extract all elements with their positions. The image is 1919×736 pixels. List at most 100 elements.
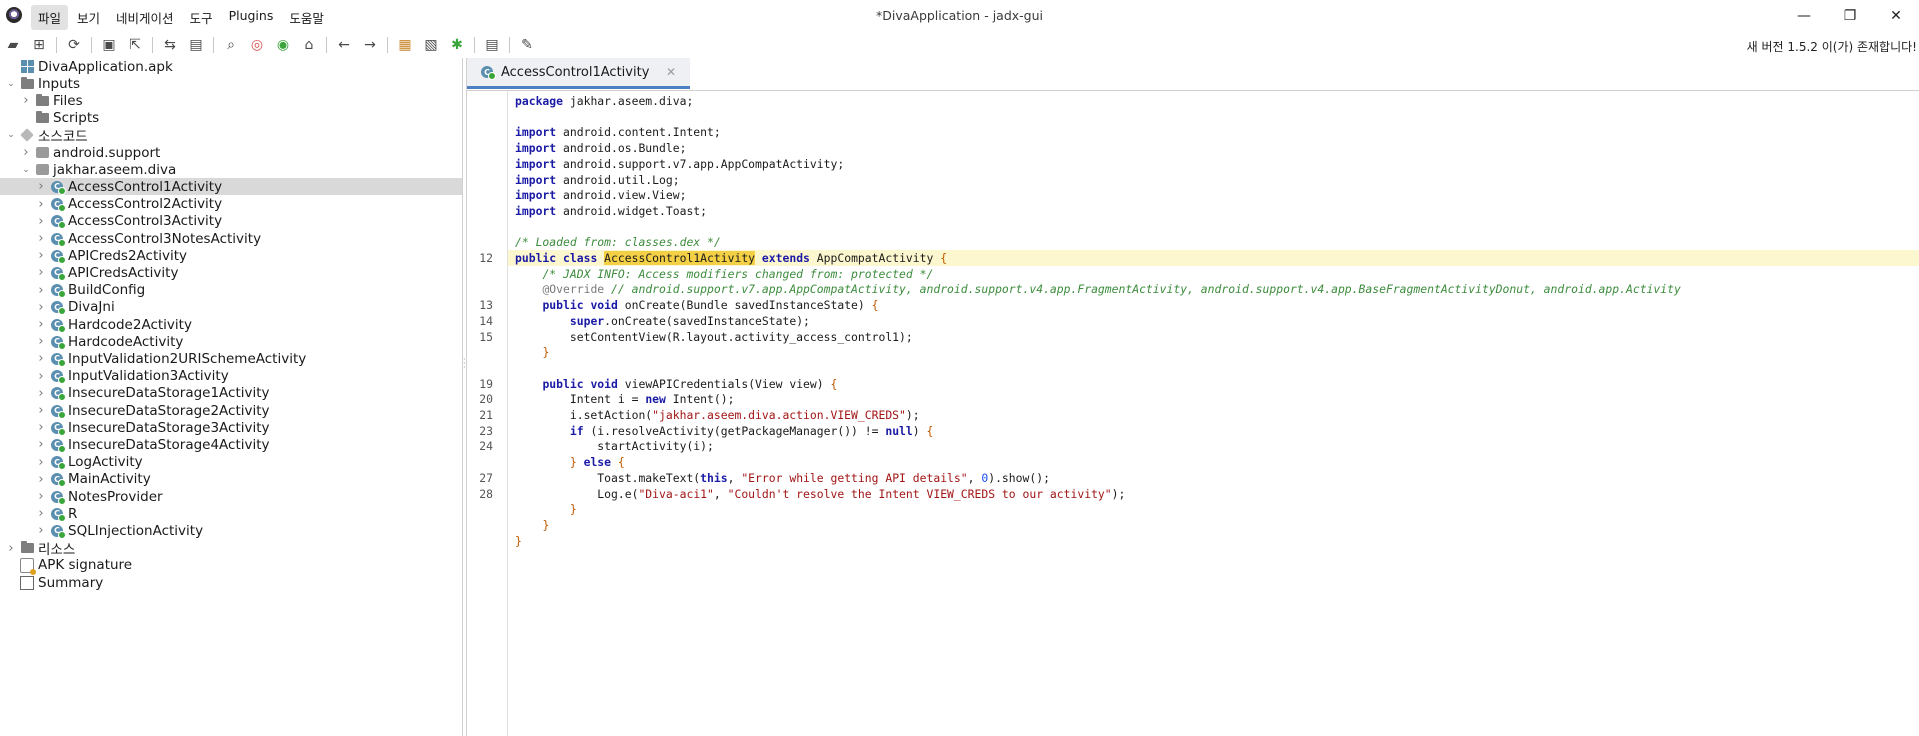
forward-button[interactable]: → — [357, 33, 383, 57]
chevron-right-icon[interactable]: › — [36, 231, 46, 246]
chevron-right-icon[interactable]: › — [36, 197, 46, 212]
tree-icon-wrap: C — [50, 335, 66, 350]
chevron-right-icon[interactable]: › — [36, 523, 46, 538]
code-line: } — [508, 501, 1919, 517]
back-button[interactable]: ← — [331, 33, 357, 57]
chevron-right-icon[interactable]: › — [36, 420, 46, 435]
chevron-right-icon[interactable]: › — [36, 248, 46, 263]
chevron-right-icon[interactable]: › — [36, 403, 46, 418]
tree-item[interactable]: › C InputValidation3Activity — [0, 368, 462, 385]
toolbar-separator — [326, 37, 327, 53]
tab-close-icon[interactable]: ✕ — [666, 65, 676, 79]
tree-item[interactable]: ⌄ jakhar.aseem.diva — [0, 161, 462, 178]
menu-item[interactable]: 네비게이션 — [109, 5, 181, 30]
tree-icon-wrap: C — [50, 283, 66, 299]
chevron-right-icon[interactable]: › — [36, 506, 46, 521]
code-editor[interactable]: package jakhar.aseem.diva; import android… — [508, 91, 1919, 736]
tree-item[interactable]: › C HardcodeActivity — [0, 333, 462, 350]
chevron-right-icon[interactable]: › — [36, 265, 46, 280]
chevron-right-icon[interactable]: › — [36, 317, 46, 332]
chevron-right-icon[interactable]: › — [36, 214, 46, 229]
debug-button[interactable]: ✱ — [444, 33, 470, 57]
minimize-button[interactable]: — — [1781, 0, 1827, 31]
tree-item-label: Inputs — [38, 75, 80, 92]
tree-item[interactable]: › C AccessControl3Activity — [0, 213, 462, 230]
tree-item[interactable]: › 리소스 — [0, 540, 462, 559]
save-button[interactable]: ▣ — [96, 33, 122, 57]
tree-item[interactable]: › C AccessControl1Activity — [0, 178, 462, 196]
tree-item[interactable]: › Files — [0, 92, 462, 109]
preferences-button[interactable]: ✎ — [514, 33, 540, 57]
tree-item[interactable]: ⌄ 소스코드 — [0, 127, 462, 145]
class-icon: C — [51, 507, 66, 522]
menu-item[interactable]: 도구 — [183, 5, 220, 30]
tree-item[interactable]: › C Hardcode2Activity — [0, 316, 462, 333]
tree-item[interactable]: › C MainActivity — [0, 471, 462, 488]
chevron-right-icon[interactable]: › — [36, 472, 46, 487]
tree-item[interactable]: ⌄ Inputs — [0, 75, 462, 92]
tree-item[interactable]: › C AccessControl2Activity — [0, 196, 462, 213]
chevron-right-icon[interactable]: › — [36, 369, 46, 384]
quark-button[interactable]: ▧ — [418, 33, 444, 57]
tree-item[interactable]: › C BuildConfig — [0, 282, 462, 299]
tree-item[interactable]: › C InsecureDataStorage4Activity — [0, 436, 462, 453]
tree-item[interactable]: Scripts — [0, 110, 462, 127]
goto-button[interactable]: ◉ — [270, 33, 296, 57]
close-button[interactable]: ✕ — [1873, 0, 1919, 31]
project-tree[interactable]: DivaApplication.apk ⌄ Inputs › Files Scripts ⌄… — [0, 58, 462, 736]
tree-item[interactable]: › C InputValidation2URISchemeActivity — [0, 350, 462, 367]
sync-button[interactable]: ⟳ — [61, 33, 87, 57]
tree-item[interactable]: DivaApplication.apk — [0, 58, 462, 75]
update-notice[interactable]: 새 버전 1.5.2 이(가) 존재합니다! — [1747, 38, 1917, 55]
tree-item[interactable]: › C APICredsActivity — [0, 264, 462, 281]
chevron-right-icon[interactable]: › — [21, 145, 31, 160]
chevron-right-icon[interactable]: › — [36, 334, 46, 349]
chevron-right-icon[interactable]: › — [36, 489, 46, 504]
search-button[interactable]: ⌕ — [218, 33, 244, 57]
tree-item[interactable]: › C APICreds2Activity — [0, 247, 462, 264]
menu-item[interactable]: 파일 — [31, 5, 69, 30]
chevron-right-icon[interactable]: › — [36, 386, 46, 401]
tree-item[interactable]: APK signature — [0, 557, 462, 575]
find-usage-button[interactable]: ◎ — [244, 33, 270, 57]
tree-item[interactable]: › android.support — [0, 144, 462, 161]
chevron-right-icon[interactable]: › — [36, 179, 46, 194]
menu-item[interactable]: Plugins — [222, 5, 281, 30]
chevron-down-icon[interactable]: ⌄ — [6, 130, 16, 140]
home-button[interactable]: ⌂ — [296, 33, 322, 57]
tab-accesscontrol1activity[interactable]: C AccessControl1Activity ✕ — [467, 58, 690, 89]
tree-item[interactable]: › C NotesProvider — [0, 488, 462, 505]
tree-item[interactable]: › C LogActivity — [0, 454, 462, 471]
tree-item[interactable]: Summary — [0, 574, 462, 591]
chevron-right-icon[interactable]: › — [21, 93, 31, 108]
add-files-button[interactable]: ⊞ — [26, 33, 52, 57]
chevron-right-icon[interactable]: › — [36, 455, 46, 470]
chevron-right-icon[interactable]: › — [36, 437, 46, 452]
tree-item[interactable]: › C AccessControl3NotesActivity — [0, 230, 462, 247]
tree-item[interactable]: › C InsecureDataStorage3Activity — [0, 419, 462, 436]
open-file-button[interactable]: ▰ — [0, 33, 26, 57]
chevron-right-icon[interactable]: › — [36, 283, 46, 298]
chevron-down-icon[interactable]: ⌄ — [6, 79, 16, 89]
code-token: , — [713, 486, 728, 501]
tree-item[interactable]: › C InsecureDataStorage1Activity — [0, 385, 462, 402]
tree-item[interactable]: › C R — [0, 505, 462, 522]
tree-item[interactable]: › C SQLInjectionActivity — [0, 522, 462, 539]
log-button[interactable]: ▤ — [479, 33, 505, 57]
menu-item[interactable]: 보기 — [70, 5, 107, 30]
flatten-packages-button[interactable]: ▤ — [183, 33, 209, 57]
chevron-right-icon[interactable]: › — [36, 300, 46, 315]
chevron-right-icon[interactable]: › — [36, 351, 46, 366]
menu-item[interactable]: 도움말 — [282, 5, 331, 30]
sync-with-editor-button[interactable]: ⇆ — [157, 33, 183, 57]
tree-item[interactable]: › C DivaJni — [0, 299, 462, 316]
code-line: import android.os.Bundle; — [508, 140, 1919, 156]
deobfuscation-button[interactable]: ▦ — [392, 33, 418, 57]
chevron-right-icon[interactable]: › — [6, 541, 16, 556]
tree-item-label: APK signature — [38, 557, 133, 574]
export-button[interactable]: ⇱ — [122, 33, 148, 57]
maximize-button[interactable]: ❐ — [1827, 0, 1873, 31]
tree-item[interactable]: › C InsecureDataStorage2Activity — [0, 402, 462, 419]
chevron-down-icon[interactable]: ⌄ — [21, 165, 31, 175]
